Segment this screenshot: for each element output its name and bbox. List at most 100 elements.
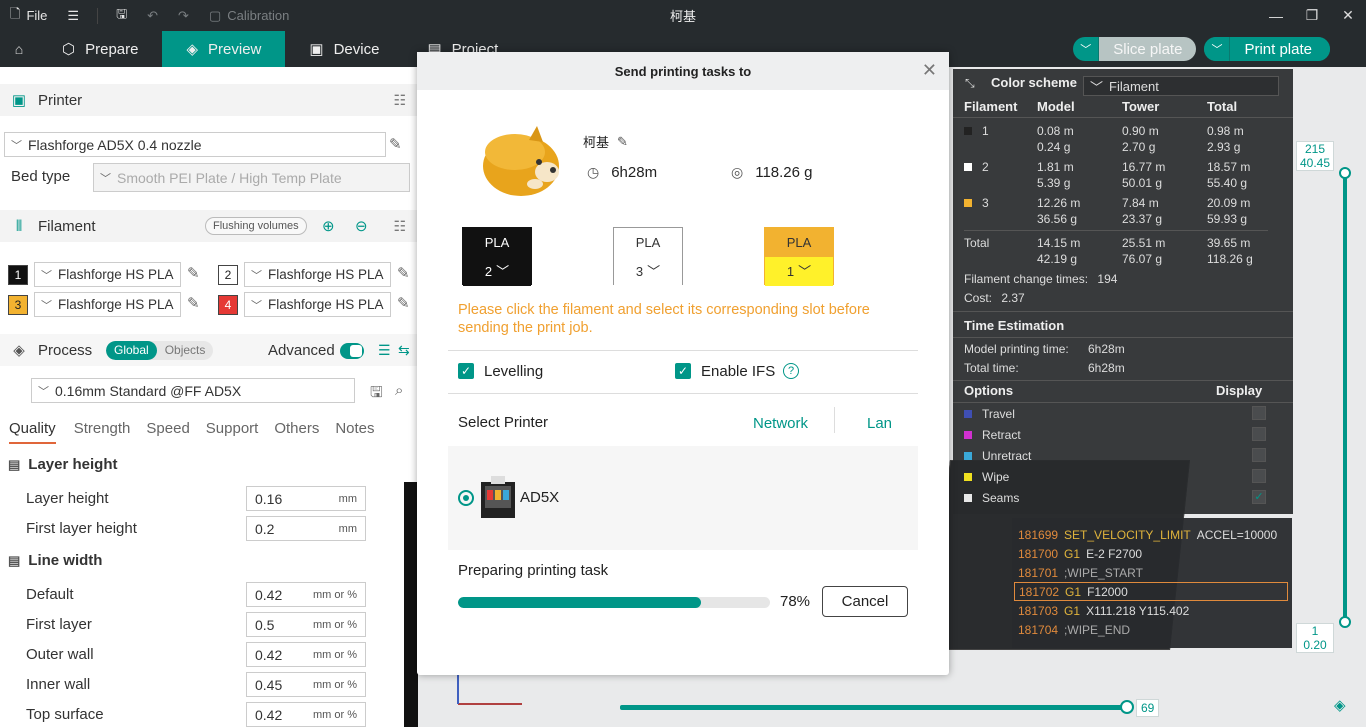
divider: [448, 350, 918, 351]
home-icon[interactable]: ⌂: [0, 31, 38, 67]
option-display-checkbox[interactable]: [1252, 469, 1266, 483]
filament-slot-card[interactable]: PLA 3 ﹀: [613, 227, 683, 286]
move-slider-track[interactable]: [620, 705, 1128, 710]
list-icon[interactable]: ☰: [378, 342, 391, 359]
levelling-checkbox[interactable]: ✓: [458, 363, 474, 379]
move-slider-handle[interactable]: [1120, 700, 1134, 714]
close-icon[interactable]: ✕: [1330, 0, 1366, 31]
flushing-volumes-button[interactable]: Flushing volumes: [205, 217, 307, 235]
layer-slider-track[interactable]: [1343, 172, 1347, 622]
objects-option[interactable]: Objects: [157, 341, 214, 360]
menu-icon[interactable]: ☰: [57, 8, 89, 24]
cancel-button[interactable]: Cancel: [822, 586, 908, 617]
option-swatch: [964, 473, 972, 481]
gcode-line: 181699 SET_VELOCITY_LIMIT ACCEL=10000: [1018, 525, 1277, 544]
param-input[interactable]: 0.42 mm or %: [246, 642, 366, 667]
close-icon[interactable]: ✕: [922, 60, 937, 81]
filament-slot-card[interactable]: PLA 2 ﹀: [462, 227, 532, 286]
param-value: 0.5: [255, 616, 275, 633]
maximize-icon[interactable]: ❐: [1294, 0, 1330, 31]
edit-icon[interactable]: ✎: [397, 294, 410, 312]
edit-icon[interactable]: ✎: [617, 134, 628, 150]
slot-number: 3: [635, 264, 644, 279]
network-tab[interactable]: Network: [753, 415, 808, 432]
color-scheme-select[interactable]: ﹀ Filament: [1083, 76, 1279, 96]
edit-icon[interactable]: ✎: [397, 264, 410, 282]
param-input[interactable]: 0.42 mm or %: [246, 582, 366, 607]
tab-label: Device: [333, 40, 380, 58]
tab-support[interactable]: Support: [198, 420, 267, 446]
slot-select[interactable]: 1 ﹀: [765, 257, 833, 286]
filament-select[interactable]: ﹀ Flashforge HS PLA: [244, 262, 391, 287]
total-label: Total: [964, 236, 990, 250]
param-input[interactable]: 0.42 mm or %: [246, 702, 366, 727]
tab-device[interactable]: ▣ Device: [285, 31, 403, 67]
tab-strength[interactable]: Strength: [66, 420, 139, 446]
chevron-down-icon[interactable]: ﹀: [1204, 37, 1231, 61]
add-filament-icon[interactable]: ⊕: [322, 217, 335, 235]
bed-type-select[interactable]: ﹀ Smooth PEI Plate / High Temp Plate: [93, 163, 410, 192]
save-preset-icon[interactable]: 🖫: [370, 382, 383, 407]
printer-thumbnail: [481, 476, 515, 518]
tab-preview[interactable]: ◈ Preview: [162, 31, 286, 67]
option-display-checkbox[interactable]: [1252, 406, 1266, 420]
advanced-toggle[interactable]: [340, 343, 364, 359]
help-icon[interactable]: ?: [783, 363, 799, 379]
slice-plate-button[interactable]: ﹀ Slice plate: [1073, 37, 1197, 61]
compare-icon[interactable]: ⇆: [398, 342, 410, 359]
color-scheme-panel: ⤡ Color scheme ﹀ Filament Filament Model…: [953, 69, 1293, 514]
calibration-button[interactable]: ▢ Calibration: [199, 8, 299, 24]
redo-icon[interactable]: ↷: [168, 8, 199, 24]
gcode-command: G1: [1064, 603, 1081, 618]
collapse-icon[interactable]: ⤡: [965, 76, 975, 91]
filament-select[interactable]: ﹀ Flashforge HS PLA: [34, 262, 181, 287]
param-input[interactable]: 0.2 mm: [246, 516, 366, 541]
search-icon[interactable]: ⌕: [395, 382, 403, 399]
printer-radio[interactable]: [458, 490, 474, 506]
gcode-line: 181703 G1 X111.218 Y115.402: [1018, 601, 1189, 620]
tab-prepare[interactable]: ⬡ Prepare: [38, 31, 162, 67]
settings-sliders-icon[interactable]: ☷: [393, 218, 406, 235]
option-display-checkbox[interactable]: ✓: [1252, 490, 1266, 504]
slot-select[interactable]: 2 ﹀: [463, 257, 531, 286]
edit-icon[interactable]: ✎: [389, 135, 402, 153]
param-input[interactable]: 0.45 mm or %: [246, 672, 366, 697]
tab-speed[interactable]: Speed: [138, 420, 197, 446]
edit-icon[interactable]: ✎: [187, 294, 200, 312]
print-plate-button[interactable]: ﹀ Print plate: [1204, 37, 1330, 61]
filament-slot-card[interactable]: PLA 1 ﹀: [764, 227, 834, 286]
option-display-checkbox[interactable]: [1252, 448, 1266, 462]
save-icon[interactable]: 🖫: [106, 5, 137, 27]
bed-type-value: Smooth PEI Plate / High Temp Plate: [117, 169, 342, 186]
tab-quality[interactable]: Quality: [9, 420, 56, 444]
global-objects-toggle[interactable]: Global Objects: [106, 341, 214, 360]
cost-value: 2.37: [1001, 291, 1025, 305]
filament-select[interactable]: ﹀ Flashforge HS PLA: [34, 292, 181, 317]
enable-ifs-checkbox[interactable]: ✓: [675, 363, 691, 379]
printer-preset-select[interactable]: ﹀ Flashforge AD5X 0.4 nozzle: [4, 132, 386, 157]
group-title-label: Layer height: [28, 456, 118, 473]
layer-slider-bottom-handle[interactable]: [1339, 616, 1351, 628]
param-input[interactable]: 0.5 mm or %: [246, 612, 366, 637]
slot-select[interactable]: 3 ﹀: [614, 257, 682, 286]
layer-slider-top-handle[interactable]: [1339, 167, 1351, 179]
remove-filament-icon[interactable]: ⊖: [355, 217, 368, 235]
chevron-down-icon[interactable]: ﹀: [1073, 37, 1100, 61]
global-option[interactable]: Global: [106, 341, 157, 360]
lan-tab[interactable]: Lan: [867, 415, 892, 432]
printer-card[interactable]: AD5X: [448, 446, 918, 550]
file-menu[interactable]: 🗋 File: [0, 5, 57, 27]
undo-icon[interactable]: ↶: [137, 8, 168, 24]
layers-icon[interactable]: ◈: [1334, 696, 1346, 714]
layer-slider-top-label: 215 40.45: [1296, 141, 1334, 171]
param-label: Top surface: [26, 706, 104, 723]
param-input[interactable]: 0.16 mm: [246, 486, 366, 511]
tab-notes[interactable]: Notes: [327, 420, 382, 446]
option-display-checkbox[interactable]: [1252, 427, 1266, 441]
process-preset-select[interactable]: ﹀ 0.16mm Standard @FF AD5X: [31, 378, 355, 403]
minimize-icon[interactable]: —: [1258, 0, 1294, 31]
filament-select[interactable]: ﹀ Flashforge HS PLA: [244, 292, 391, 317]
settings-sliders-icon[interactable]: ☷: [393, 92, 406, 109]
tab-others[interactable]: Others: [266, 420, 327, 446]
edit-icon[interactable]: ✎: [187, 264, 200, 282]
